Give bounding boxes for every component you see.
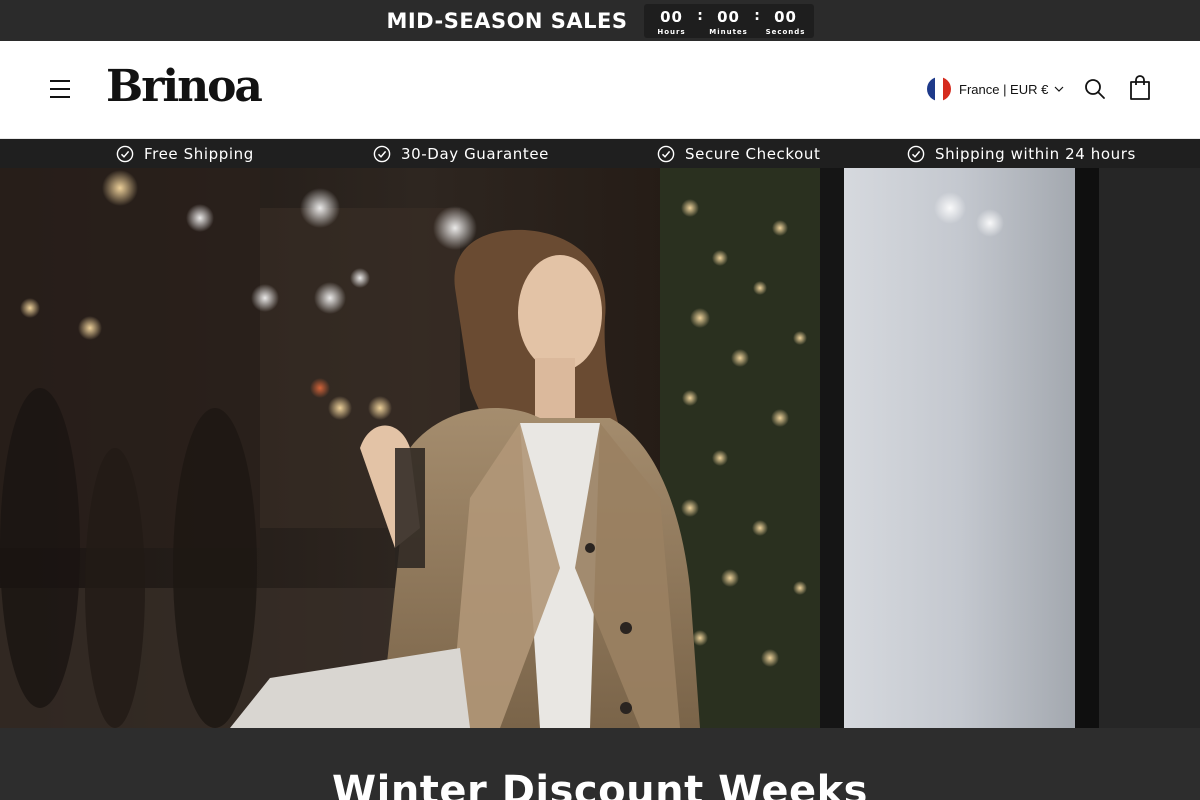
hero-image <box>0 168 1200 728</box>
countdown-hours-value: 00 <box>660 7 683 26</box>
locale-label: France | EUR € <box>959 81 1049 97</box>
countdown-seconds: 00 Seconds <box>762 6 810 36</box>
countdown-timer: 00 Hours : 00 Minutes : 00 Seconds <box>643 3 814 38</box>
feature-label: Shipping within 24 hours <box>935 144 1136 163</box>
france-flag-icon <box>927 77 951 101</box>
announcement-title: MID-SEASON SALES <box>386 8 628 33</box>
cart-icon <box>1130 75 1150 100</box>
countdown-hours: 00 Hours <box>648 6 696 36</box>
check-circle-icon <box>907 145 925 162</box>
chevron-down-icon <box>1054 86 1064 92</box>
countdown-seconds-label: Seconds <box>765 27 806 36</box>
menu-icon-line <box>50 88 70 90</box>
menu-icon-line <box>50 96 70 98</box>
search-button[interactable] <box>1079 73 1111 105</box>
countdown-seconds-value: 00 <box>774 7 797 26</box>
site-header: Brinoa France | EUR € <box>0 41 1200 139</box>
feature-label: 30-Day Guarantee <box>401 144 550 163</box>
promo-title: Winter Discount Weeks <box>332 768 868 800</box>
countdown-minutes-label: Minutes <box>709 27 748 36</box>
countdown-minutes: 00 Minutes <box>705 6 753 36</box>
logo[interactable]: Brinoa <box>106 59 263 115</box>
cart-button[interactable] <box>1124 72 1156 104</box>
check-circle-icon <box>657 145 675 162</box>
countdown-minutes-value: 00 <box>717 7 740 26</box>
check-circle-icon <box>373 145 391 162</box>
countdown-separator: : <box>697 7 703 24</box>
features-bar: Free Shipping 30-Day Guarantee Secure Ch… <box>0 139 1200 168</box>
countdown-hours-label: Hours <box>657 27 686 36</box>
feature-fast-shipping: Shipping within 24 hours <box>907 139 1136 168</box>
countdown-separator: : <box>754 7 760 24</box>
feature-secure-checkout: Secure Checkout <box>657 139 821 168</box>
promo-section: Winter Discount Weeks <box>0 728 1200 800</box>
feature-label: Free Shipping <box>144 144 254 163</box>
feature-free-shipping: Free Shipping <box>116 139 254 168</box>
check-circle-icon <box>116 145 134 162</box>
menu-icon-line <box>50 80 70 82</box>
announcement-bar: MID-SEASON SALES 00 Hours : 00 Minutes :… <box>0 0 1200 41</box>
locale-selector[interactable]: France | EUR € <box>927 77 1064 101</box>
feature-label: Secure Checkout <box>685 144 821 163</box>
hero-photo-illustration <box>0 168 1200 728</box>
menu-icon[interactable] <box>44 73 76 105</box>
feature-guarantee: 30-Day Guarantee <box>373 139 549 168</box>
search-icon <box>1085 79 1105 99</box>
